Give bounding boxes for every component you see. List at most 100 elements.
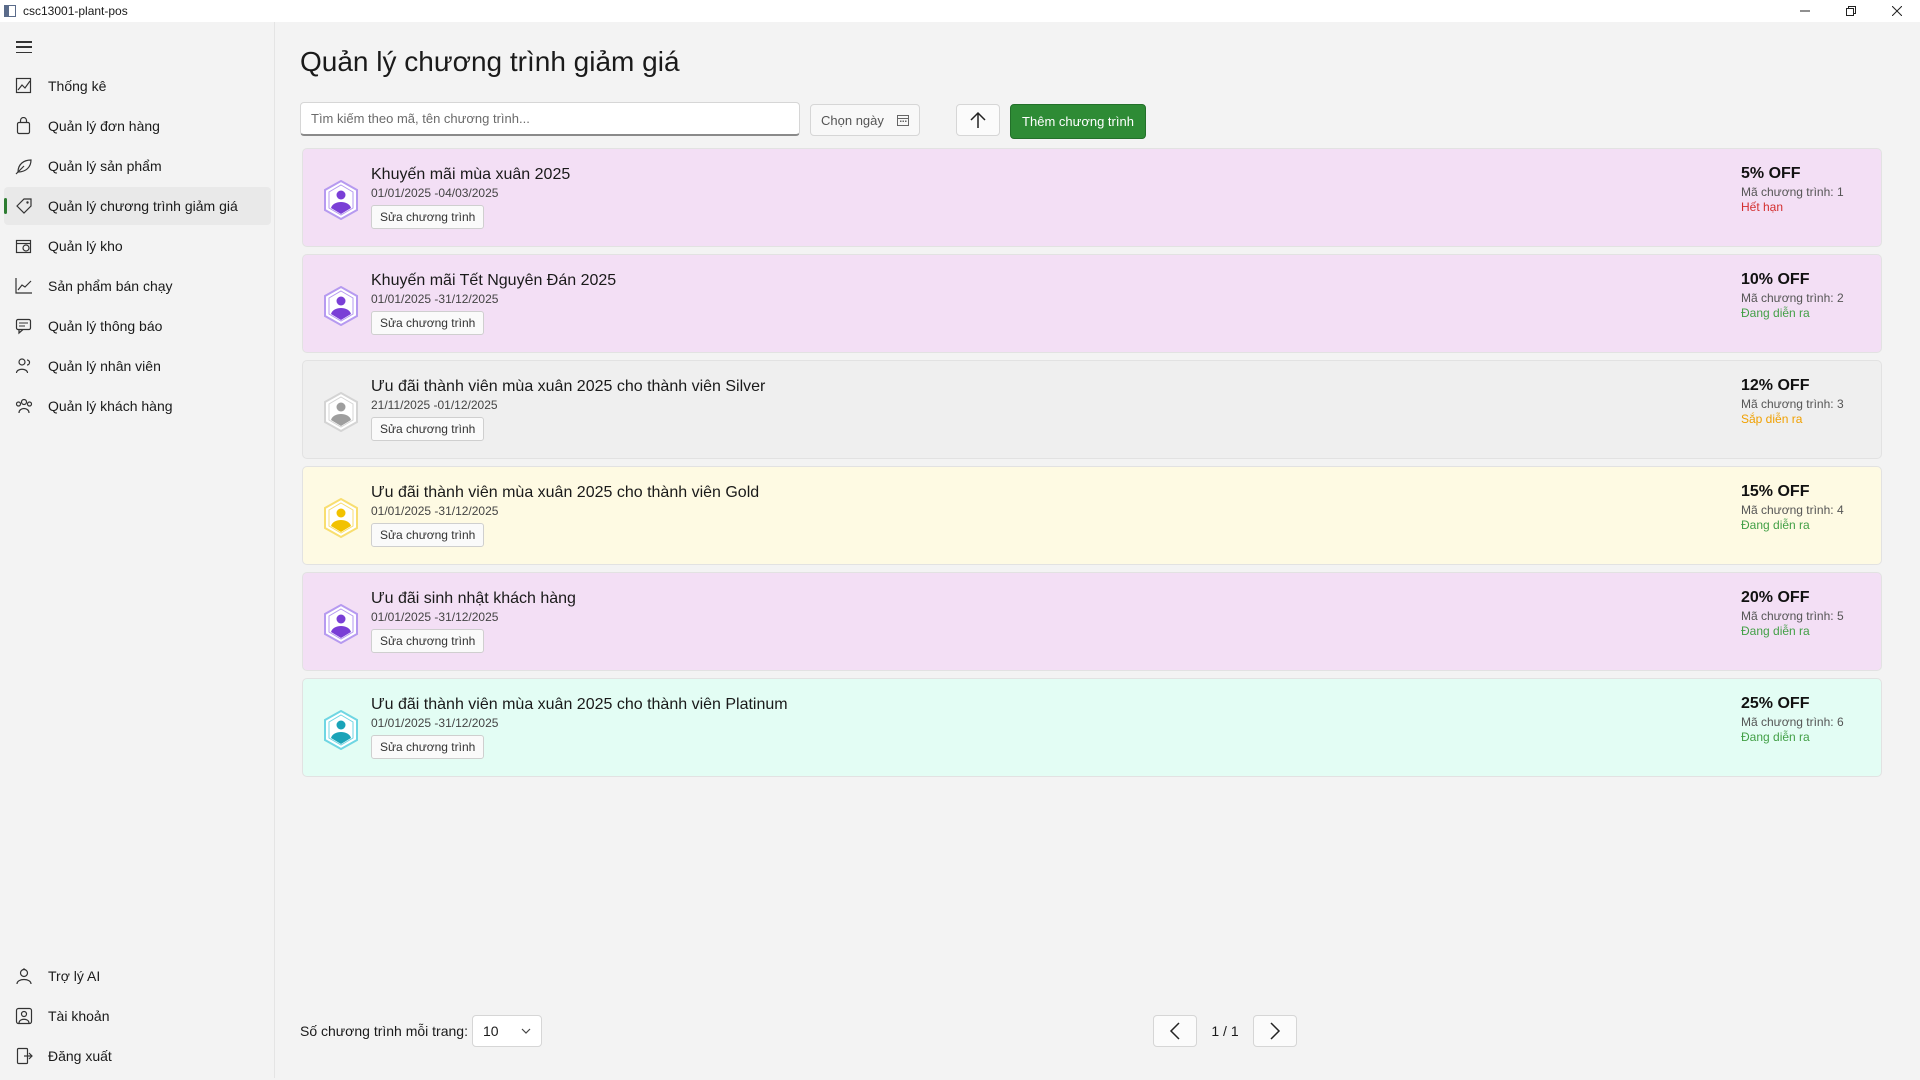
sidebar-item-label: Sản phẩm bán chạy <box>48 278 173 294</box>
promotion-name: Ưu đãi thành viên mùa xuân 2025 cho thàn… <box>371 378 766 395</box>
member-badge-icon <box>324 498 358 538</box>
main-content: Quản lý chương trình giảm giá Chọn ngày … <box>276 22 1920 1078</box>
sidebar-item-assistant[interactable]: Trợ lý AI <box>4 957 271 995</box>
page-size-select[interactable]: 10 <box>472 1015 542 1047</box>
promotion-card: Khuyến mãi mùa xuân 2025 01/01/2025 -04/0… <box>302 148 1882 247</box>
sidebar-item-label: Đăng xuất <box>48 1048 112 1064</box>
discount-value: 5% OFF <box>1741 165 1801 182</box>
promotion-summary: 20% OFF Mã chương trình: 5 Đang diễn ra <box>1741 589 1844 638</box>
promotion-summary: 25% OFF Mã chương trình: 6 Đang diễn ra <box>1741 695 1844 744</box>
restore-icon <box>1846 6 1856 16</box>
trend-icon <box>15 277 33 295</box>
sidebar-item-label: Quản lý nhân viên <box>48 358 161 374</box>
next-page-button[interactable] <box>1253 1015 1297 1047</box>
sidebar: Thống kê Quản lý đơn hàng Quản lý sản phẩm… <box>0 22 275 1078</box>
status-badge: Đang diễn ra <box>1741 730 1810 744</box>
member-badge-icon <box>324 710 358 750</box>
page-size-label: Số chương trình mỗi trang: <box>300 1023 468 1039</box>
promotion-card: Ưu đãi thành viên mùa xuân 2025 cho thàn… <box>302 360 1882 459</box>
search-input[interactable] <box>300 102 800 136</box>
page-indicator: 1 / 1 <box>1211 1023 1239 1039</box>
member-badge-icon <box>324 392 358 432</box>
people-icon <box>15 357 33 375</box>
promotion-name: Ưu đãi thành viên mùa xuân 2025 cho thàn… <box>371 696 788 713</box>
group-icon <box>15 397 33 415</box>
arrow-up-icon <box>970 111 986 128</box>
app-icon <box>4 5 16 17</box>
promotion-summary: 10% OFF Mã chương trình: 2 Đang diễn ra <box>1741 271 1844 320</box>
hamburger-icon[interactable] <box>14 39 34 55</box>
promotion-dates: 01/01/2025 -31/12/2025 <box>371 292 499 306</box>
member-badge-icon <box>324 286 358 326</box>
promotion-code: Mã chương trình: 3 <box>1741 397 1844 411</box>
chevron-right-icon <box>1270 1022 1281 1040</box>
minimize-button[interactable] <box>1782 0 1828 22</box>
promotion-card: Ưu đãi thành viên mùa xuân 2025 cho thàn… <box>302 466 1882 565</box>
date-picker[interactable]: Chọn ngày <box>810 104 920 136</box>
status-badge: Sắp diễn ra <box>1741 412 1803 426</box>
sidebar-item-label: Quản lý thông báo <box>48 318 163 334</box>
sidebar-item-label: Quản lý đơn hàng <box>48 118 160 134</box>
sidebar-item-plant[interactable]: Quản lý sản phẩm <box>4 147 271 185</box>
edit-promotion-button[interactable]: Sửa chương trình <box>371 735 485 759</box>
promotion-card: Ưu đãi thành viên mùa xuân 2025 cho thàn… <box>302 678 1882 777</box>
promotion-dates: 01/01/2025 -04/03/2025 <box>371 186 499 200</box>
promotion-code: Mã chương trình: 2 <box>1741 291 1844 305</box>
prev-page-button[interactable] <box>1153 1015 1197 1047</box>
edit-promotion-button[interactable]: Sửa chương trình <box>371 205 485 229</box>
chevron-down-icon <box>521 1028 531 1034</box>
account-icon <box>15 1007 33 1025</box>
calendar-icon <box>897 115 909 126</box>
promotion-name: Ưu đãi sinh nhật khách hàng <box>371 590 576 607</box>
sidebar-nav: Thống kê Quản lý đơn hàng Quản lý sản phẩm… <box>4 67 271 427</box>
sidebar-bottom-nav: Trợ lý AI Tài khoản Đăng xuất <box>4 957 271 1077</box>
page-size-value: 10 <box>483 1023 499 1039</box>
promotion-dates: 01/01/2025 -31/12/2025 <box>371 716 499 730</box>
toolbar: Chọn ngày Thêm chương trình <box>300 102 1200 139</box>
chart-icon <box>15 77 33 95</box>
promotion-summary: 12% OFF Mã chương trình: 3 Sắp diễn ra <box>1741 377 1844 426</box>
title-bar: csc13001-plant-pos <box>0 0 1920 22</box>
sidebar-item-message[interactable]: Quản lý thông báo <box>4 307 271 345</box>
promotion-name: Ưu đãi thành viên mùa xuân 2025 cho thàn… <box>371 484 760 501</box>
promotion-summary: 15% OFF Mã chương trình: 4 Đang diễn ra <box>1741 483 1844 532</box>
minimize-icon <box>1800 10 1810 12</box>
sidebar-item-label: Trợ lý AI <box>48 968 101 984</box>
promotion-name: Khuyến mãi mùa xuân 2025 <box>371 166 571 183</box>
promotion-code: Mã chương trình: 4 <box>1741 503 1844 517</box>
sidebar-item-logout[interactable]: Đăng xuất <box>4 1037 271 1075</box>
promotion-card: Khuyến mãi Tết Nguyên Đán 2025 01/01/2025… <box>302 254 1882 353</box>
sidebar-item-people[interactable]: Quản lý nhân viên <box>4 347 271 385</box>
pagination: 1 / 1 <box>1153 1015 1297 1047</box>
discount-value: 12% OFF <box>1741 377 1810 394</box>
promotion-list: Khuyến mãi mùa xuân 2025 01/01/2025 -04/0… <box>302 148 1882 784</box>
sidebar-item-bag[interactable]: Quản lý đơn hàng <box>4 107 271 145</box>
close-icon <box>1892 6 1902 16</box>
sidebar-item-label: Tài khoản <box>48 1008 110 1024</box>
edit-promotion-button[interactable]: Sửa chương trình <box>371 523 485 547</box>
sidebar-item-chart[interactable]: Thống kê <box>4 67 271 105</box>
close-button[interactable] <box>1874 0 1920 22</box>
sidebar-item-tag[interactable]: Quản lý chương trình giảm giá <box>4 187 271 225</box>
promotion-dates: 21/11/2025 -01/12/2025 <box>371 398 498 412</box>
assistant-icon <box>15 967 33 985</box>
logout-icon <box>15 1047 33 1065</box>
member-badge-icon <box>324 604 358 644</box>
sort-button[interactable] <box>956 104 1000 136</box>
status-badge: Hết hạn <box>1741 200 1784 214</box>
message-icon <box>15 317 33 335</box>
bag-icon <box>15 117 33 135</box>
edit-promotion-button[interactable]: Sửa chương trình <box>371 417 485 441</box>
sidebar-item-label: Thống kê <box>48 78 107 94</box>
add-promotion-button[interactable]: Thêm chương trình <box>1010 104 1146 139</box>
sidebar-item-account[interactable]: Tài khoản <box>4 997 271 1035</box>
chevron-left-icon <box>1169 1022 1180 1040</box>
sidebar-item-trend[interactable]: Sản phẩm bán chạy <box>4 267 271 305</box>
edit-promotion-button[interactable]: Sửa chương trình <box>371 629 485 653</box>
promotion-code: Mã chương trình: 6 <box>1741 715 1844 729</box>
restore-button[interactable] <box>1828 0 1874 22</box>
edit-promotion-button[interactable]: Sửa chương trình <box>371 311 485 335</box>
sidebar-item-group[interactable]: Quản lý khách hàng <box>4 387 271 425</box>
sidebar-item-label: Quản lý sản phẩm <box>48 158 162 174</box>
sidebar-item-warehouse[interactable]: Quản lý kho <box>4 227 271 265</box>
